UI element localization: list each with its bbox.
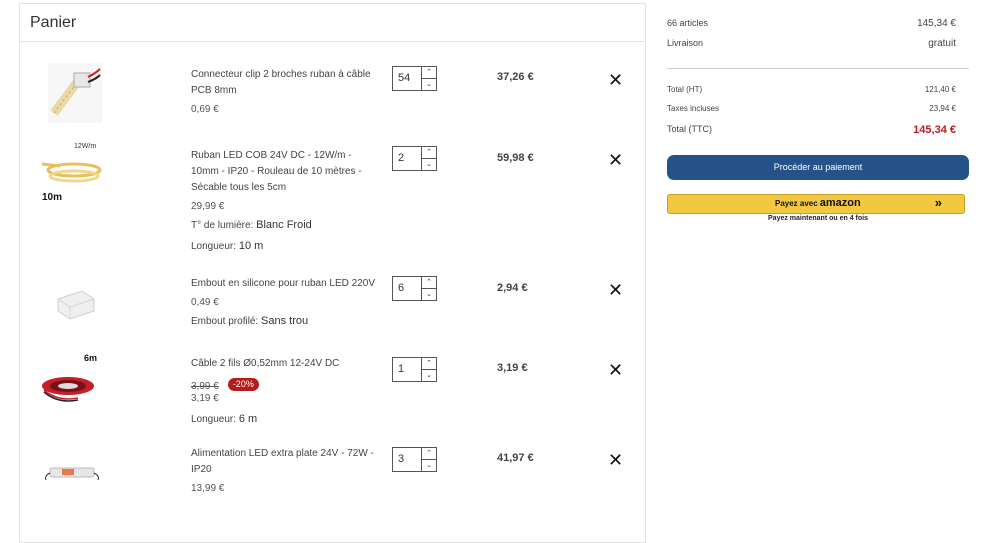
divider: [667, 68, 969, 69]
product-attribute: T° de lumière: Blanc Froid: [191, 219, 312, 231]
product-attribute: Embout profilé: Sans trou: [191, 315, 309, 327]
product-info: Connecteur clip 2 broches ruban à câble …: [191, 67, 376, 118]
line-total: 3,19 €: [497, 362, 528, 374]
unit-price: 0,49 €: [191, 297, 219, 308]
product-image-led-strip[interactable]: [40, 156, 102, 190]
summary-row-ht: Total (HT) 121,40 €: [667, 85, 956, 94]
checkout-button[interactable]: Procéder au paiement: [667, 155, 969, 180]
product-attribute: Longueur: 6 m: [191, 413, 258, 425]
quantity-input[interactable]: 6: [393, 277, 421, 300]
chevron-down-icon[interactable]: ⌄: [422, 370, 436, 381]
discount-badge: -20%: [227, 378, 259, 391]
quantity-input[interactable]: 3: [393, 448, 421, 471]
quantity-input[interactable]: 1: [393, 358, 421, 381]
product-attribute: Longueur: 10 m: [191, 240, 264, 252]
chevron-down-icon[interactable]: ⌄: [422, 79, 436, 90]
line-total: 2,94 €: [497, 282, 528, 294]
line-total: 37,26 €: [497, 71, 534, 83]
close-icon[interactable]: ✕: [608, 451, 623, 469]
product-info: Alimentation LED extra plate 24V - 72W -…: [191, 446, 376, 497]
chevron-up-icon[interactable]: ⌃: [422, 147, 436, 159]
close-icon[interactable]: ✕: [608, 281, 623, 299]
summary-row-articles: 66 articles 145,34 €: [667, 18, 956, 29]
thumb-label: 10m: [42, 192, 63, 203]
thumb-label: 6m: [84, 353, 98, 363]
line-total: 41,97 €: [497, 452, 534, 464]
page-title: Panier: [20, 4, 645, 42]
unit-price: 0,69 €: [191, 104, 219, 115]
thumb-label: 12W/m: [74, 143, 97, 150]
chevron-down-icon[interactable]: ⌄: [422, 289, 436, 300]
product-image-end-cap[interactable]: [48, 277, 102, 337]
amazon-pay-subtitle: Payez maintenant ou en 4 fois: [768, 215, 868, 222]
amazon-pay-button[interactable]: Payez avec amazon »: [667, 194, 965, 214]
product-info: Embout en silicone pour ruban LED 220V 0…: [191, 276, 376, 330]
cart-panel: Panier Connecteur clip 2 broches ruban à…: [19, 3, 646, 543]
summary-row-ttc: Total (TTC) 145,34 €: [667, 124, 956, 136]
close-icon[interactable]: ✕: [608, 151, 623, 169]
product-name[interactable]: Alimentation LED extra plate 24V - 72W -…: [191, 446, 376, 478]
product-image-cable[interactable]: [38, 366, 102, 410]
close-icon[interactable]: ✕: [608, 361, 623, 379]
amazon-logo: amazon: [819, 197, 861, 209]
chevron-down-icon[interactable]: ⌄: [422, 159, 436, 170]
unit-price: 29,99 €: [191, 201, 225, 212]
line-total: 59,98 €: [497, 152, 534, 164]
quantity-input[interactable]: 2: [393, 147, 421, 170]
unit-price: 13,99 €: [191, 483, 225, 494]
quantity-stepper[interactable]: 3 ⌃ ⌄: [392, 447, 437, 472]
product-name[interactable]: Embout en silicone pour ruban LED 220V: [191, 276, 376, 292]
product-image-connector[interactable]: [48, 63, 102, 123]
product-name[interactable]: Câble 2 fils Ø0,52mm 12-24V DC: [191, 356, 376, 372]
close-icon[interactable]: ✕: [608, 71, 623, 89]
quantity-input[interactable]: 54: [393, 67, 421, 90]
chevron-down-icon[interactable]: ⌄: [422, 460, 436, 471]
chevron-up-icon[interactable]: ⌃: [422, 67, 436, 79]
quantity-stepper[interactable]: 54 ⌃ ⌄: [392, 66, 437, 91]
quantity-stepper[interactable]: 6 ⌃ ⌄: [392, 276, 437, 301]
old-price: 3,99 €: [191, 381, 219, 392]
product-info: Ruban LED COB 24V DC - 12W/m - 10mm - IP…: [191, 148, 376, 255]
quantity-stepper[interactable]: 1 ⌃ ⌄: [392, 357, 437, 382]
product-info: Câble 2 fils Ø0,52mm 12-24V DC 3,99 € -20…: [191, 356, 376, 428]
chevron-up-icon[interactable]: ⌃: [422, 448, 436, 460]
unit-price: 3,19 €: [191, 393, 219, 404]
product-name[interactable]: Connecteur clip 2 broches ruban à câble …: [191, 67, 376, 99]
chevron-right-icon: »: [934, 195, 942, 210]
product-name[interactable]: Ruban LED COB 24V DC - 12W/m - 10mm - IP…: [191, 148, 376, 196]
chevron-up-icon[interactable]: ⌃: [422, 358, 436, 370]
summary-row-tax: Taxes incluses 23,94 €: [667, 104, 956, 113]
product-image-power-supply[interactable]: [42, 450, 104, 500]
chevron-up-icon[interactable]: ⌃: [422, 277, 436, 289]
quantity-stepper[interactable]: 2 ⌃ ⌄: [392, 146, 437, 171]
summary-row-shipping: Livraison gratuit: [667, 38, 956, 49]
